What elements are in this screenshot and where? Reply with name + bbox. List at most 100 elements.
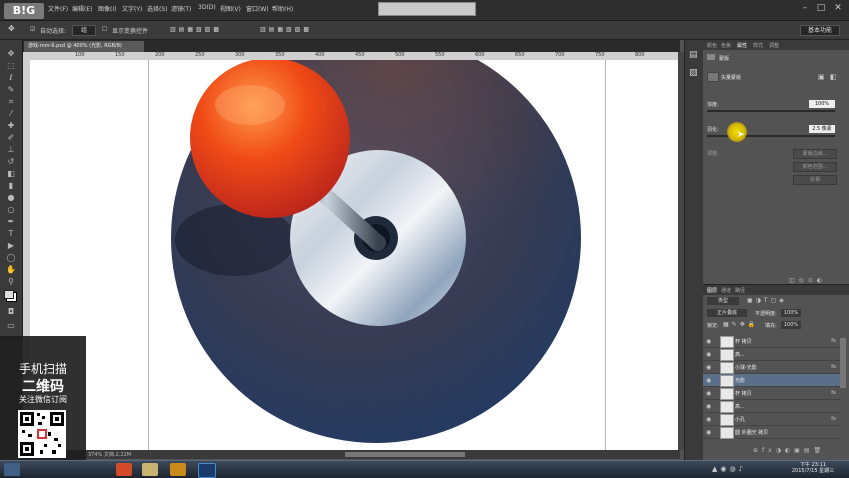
show-transform-checkbox[interactable]: ☐ [102, 26, 107, 33]
menu-file[interactable]: 文件(F) [48, 4, 68, 13]
blend-mode-dropdown[interactable]: 正片叠底 [707, 309, 747, 317]
gradient-icon[interactable]: ▮ [6, 182, 16, 190]
start-button-icon[interactable] [4, 463, 20, 476]
marquee-icon[interactable]: ⬚ [6, 62, 16, 70]
move-icon[interactable]: ✥ [6, 50, 16, 58]
menu-image[interactable]: 图像(I) [98, 4, 116, 13]
opacity-field[interactable]: 100% [781, 309, 801, 317]
quick-select-icon[interactable]: ✎ [6, 86, 16, 94]
layer-filter-dropdown[interactable]: 类型 [707, 297, 739, 305]
zoom-icon[interactable]: ⚲ [6, 278, 16, 286]
tray-icons[interactable]: ▲◉◍♪ [712, 465, 746, 473]
tab-channels[interactable]: 通道 [721, 287, 731, 294]
fill-field[interactable]: 100% [781, 321, 801, 329]
tab-layers[interactable]: 图层 [707, 287, 717, 294]
powerpoint-icon[interactable] [116, 463, 132, 476]
screen-mode-icon[interactable]: ▭ [6, 322, 16, 330]
layer-row[interactable]: ◉ 小孔 fx [703, 413, 840, 426]
fx-icon[interactable]: fx [831, 416, 836, 422]
eraser-icon[interactable]: ◧ [6, 170, 16, 178]
feather-field[interactable]: 2.5 像素 [809, 125, 835, 133]
pen-icon[interactable]: ✒ [6, 218, 16, 226]
layer-row-selected[interactable]: ◉ 光影 [703, 374, 840, 387]
hand-icon[interactable]: ✋ [6, 266, 16, 274]
menu-edit[interactable]: 编辑(E) [72, 4, 92, 13]
layer-row[interactable]: ◉ 小球-光影 fx [703, 361, 840, 374]
layer-row[interactable]: ◉ 圆 外圈光 拷贝 [703, 426, 840, 439]
menu-type[interactable]: 文字(Y) [122, 4, 142, 13]
history-icon[interactable]: ▤ [689, 50, 698, 60]
layer-row[interactable]: ◉ 杆 拷贝 fx [703, 387, 840, 400]
dodge-icon[interactable]: ○ [6, 206, 16, 214]
align-icons[interactable]: ▥▤▦▧▨▩ [170, 26, 222, 33]
visibility-eye-icon[interactable]: ◉ [706, 351, 711, 358]
menu-3d[interactable]: 3D(D) [198, 4, 216, 11]
canvas-horizontal-scrollbar[interactable] [345, 452, 465, 457]
move-tool-icon[interactable]: ✥ [8, 24, 15, 33]
layers-footer-icons[interactable]: ⊕fx◑◐▣▤🗑 [753, 447, 825, 454]
tab-adjustments[interactable]: 调整 [769, 42, 779, 49]
tab-color[interactable]: 颜色 [707, 42, 717, 49]
stamp-icon[interactable]: ⊥ [6, 146, 16, 154]
minimize-icon[interactable]: – [800, 3, 810, 13]
eyedropper-icon[interactable]: ⁄ [6, 110, 16, 118]
tab-paths[interactable]: 路径 [735, 287, 745, 294]
maximize-icon[interactable]: □ [816, 3, 826, 13]
menu-help[interactable]: 帮助(H) [272, 4, 293, 13]
blur-icon[interactable]: ● [6, 194, 16, 202]
document-tab[interactable]: 游戏-mm-6.psd @ 400% (光影, RGB/8) [24, 41, 144, 52]
shape-icon[interactable]: ◯ [6, 254, 16, 262]
menu-filter[interactable]: 滤镜(T) [171, 4, 191, 13]
path-select-icon[interactable]: ▶ [6, 242, 16, 250]
layer-row[interactable]: ◉ 高... [703, 400, 840, 413]
visibility-eye-icon[interactable]: ◉ [706, 364, 711, 371]
close-icon[interactable]: ✕ [833, 3, 843, 13]
tab-styles[interactable]: 样式 [753, 42, 763, 49]
foreground-color-swatch[interactable] [4, 290, 14, 299]
explorer-icon[interactable] [142, 463, 158, 476]
invert-button[interactable]: 反相 [793, 175, 837, 185]
crop-icon[interactable]: ⌗ [6, 98, 16, 106]
lock-icons[interactable]: ▦✎✥🔒 [723, 321, 758, 328]
layers-scrollbar[interactable] [840, 338, 846, 388]
fx-icon[interactable]: fx [831, 364, 836, 370]
history-brush-icon[interactable]: ↺ [6, 158, 16, 166]
color-range-button[interactable]: 颜色范围... [793, 162, 837, 172]
document-canvas[interactable] [30, 60, 680, 450]
layer-row[interactable]: ◉ 高... [703, 348, 840, 361]
tab-swatches[interactable]: 色板 [721, 42, 731, 49]
add-vector-mask-icon[interactable]: ◧ [830, 73, 837, 81]
visibility-eye-icon[interactable]: ◉ [706, 377, 711, 384]
brush-icon[interactable]: ✐ [6, 134, 16, 142]
add-pixel-mask-icon[interactable]: ▣ [818, 73, 825, 81]
auto-select-checkbox[interactable]: ☑ [30, 26, 35, 33]
visibility-eye-icon[interactable]: ◉ [706, 403, 711, 410]
healing-icon[interactable]: ✚ [6, 122, 16, 130]
menu-view[interactable]: 视图(V) [220, 4, 241, 13]
taskbar-clock[interactable]: 下午 23:11 2015/7/15 星期三 [783, 462, 843, 474]
distribute-icons[interactable]: ▥▤▦▧▨▩ [260, 26, 312, 33]
fx-icon[interactable]: fx [831, 390, 836, 396]
visibility-eye-icon[interactable]: ◉ [706, 429, 711, 436]
type-icon[interactable]: T [6, 230, 16, 238]
visibility-eye-icon[interactable]: ◉ [706, 390, 711, 397]
quick-mask-icon[interactable]: ◘ [6, 308, 16, 316]
feather-slider[interactable] [707, 135, 835, 137]
layer-filter-icons[interactable]: ▣◑T▢◈ [747, 297, 787, 304]
menu-select[interactable]: 选择(S) [147, 4, 168, 13]
auto-select-dropdown[interactable]: 组 [72, 25, 96, 36]
visibility-eye-icon[interactable]: ◉ [706, 338, 711, 345]
actions-icon[interactable]: ▧ [689, 68, 698, 78]
density-field[interactable]: 100% [809, 100, 835, 108]
photoshop-icon[interactable] [198, 463, 216, 478]
folder-icon[interactable] [170, 463, 186, 476]
layer-row[interactable]: ◉ 杆 拷贝 fx [703, 335, 840, 348]
mask-edge-button[interactable]: 蒙版边缘... [793, 149, 837, 159]
workspace-dropdown[interactable]: 基本功能 [800, 25, 840, 36]
properties-footer-icons[interactable]: ◫◎⊙◐ [789, 277, 826, 284]
fx-icon[interactable]: fx [831, 338, 836, 344]
visibility-eye-icon[interactable]: ◉ [706, 416, 711, 423]
density-slider[interactable] [707, 110, 835, 112]
lasso-icon[interactable]: ℓ [6, 74, 16, 82]
tab-properties[interactable]: 属性 [737, 42, 747, 49]
